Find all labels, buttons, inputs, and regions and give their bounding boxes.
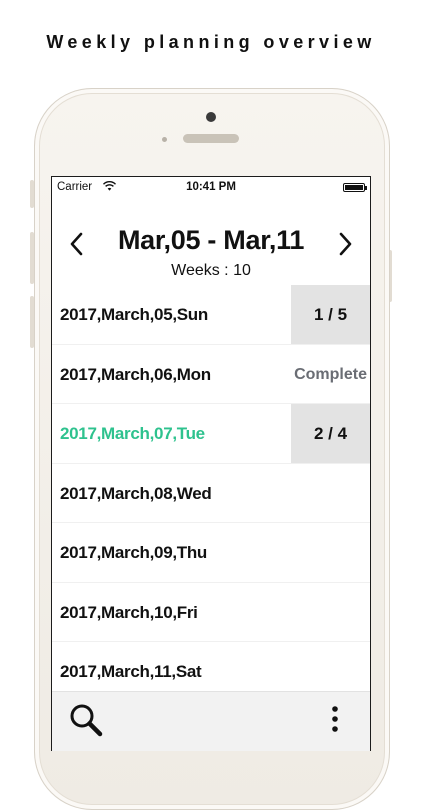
complete-status: Complete xyxy=(294,365,367,383)
week-number-label: Weeks : 10 xyxy=(171,262,251,279)
earpiece-speaker xyxy=(183,134,239,143)
week-range-title: Mar,05 - Mar,11 xyxy=(117,225,305,255)
day-row[interactable]: 2017,March,08,Wed xyxy=(52,464,370,523)
chevron-left-icon xyxy=(70,232,83,256)
day-label: 2017,March,07,Tue xyxy=(60,424,205,443)
status-time: 10:41 PM xyxy=(186,181,236,193)
day-row[interactable]: 2017,March,09,Thu xyxy=(52,523,370,583)
day-label: 2017,March,09,Thu xyxy=(60,543,208,562)
day-label: 2017,March,08,Wed xyxy=(60,483,212,503)
day-label: 2017,March,05,Sun xyxy=(60,305,208,324)
task-progress-badge: 2 / 4 xyxy=(291,404,370,463)
day-row[interactable]: 2017,March,10,Fri xyxy=(52,583,370,642)
status-bar: Carrier 10:41 PM xyxy=(52,177,370,199)
day-label: 2017,March,10,Fri xyxy=(60,602,198,622)
search-icon xyxy=(70,704,103,737)
chevron-right-icon xyxy=(339,232,352,256)
day-row[interactable]: 2017,March,05,Sun 1 / 5 xyxy=(52,285,370,345)
day-label: 2017,March,06,Mon xyxy=(60,364,211,384)
day-row[interactable]: 2017,March,06,Mon Complete xyxy=(52,345,370,404)
proximity-sensor xyxy=(162,137,167,142)
more-options-button[interactable] xyxy=(320,704,350,734)
task-progress-badge: 1 / 5 xyxy=(291,285,370,344)
next-week-button[interactable] xyxy=(329,227,363,261)
promo-headline: Weekly planning overview xyxy=(46,32,376,52)
app-screen: Carrier 10:41 PM Mar,05 - Mar,11 Weeks :… xyxy=(51,176,371,751)
day-list: 2017,March,05,Sun 1 / 5 2017,March,06,Mo… xyxy=(52,285,370,702)
battery-icon xyxy=(343,183,367,192)
day-row-today[interactable]: 2017,March,07,Tue 2 / 4 xyxy=(52,404,370,464)
bottom-toolbar xyxy=(52,691,370,751)
search-button[interactable] xyxy=(68,702,104,738)
more-vertical-icon xyxy=(332,706,338,732)
front-camera xyxy=(206,112,216,122)
week-header: Mar,05 - Mar,11 Weeks : 10 xyxy=(52,199,370,285)
previous-week-button[interactable] xyxy=(59,227,93,261)
